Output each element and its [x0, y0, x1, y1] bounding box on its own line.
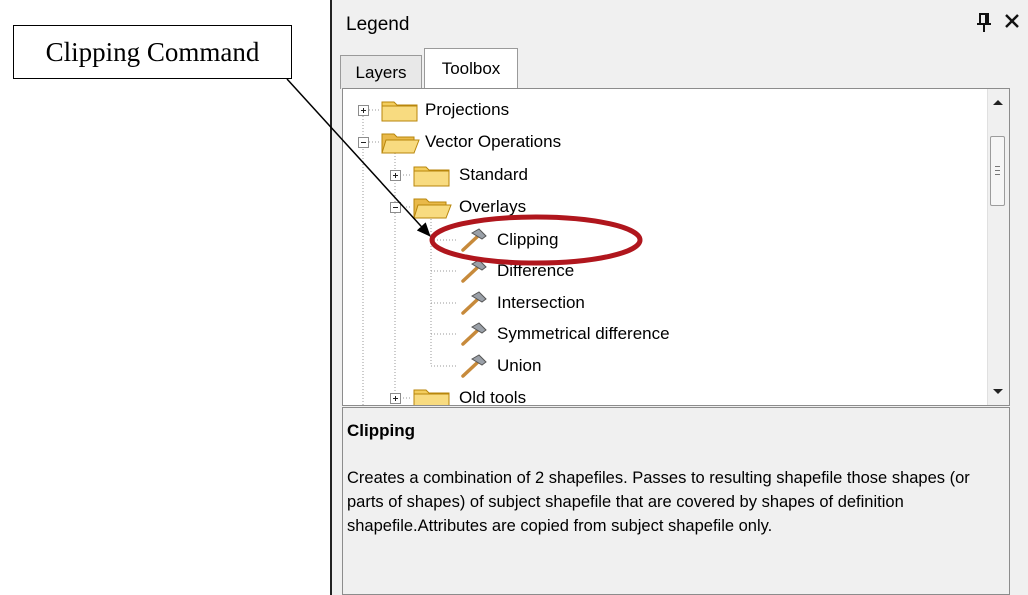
- close-icon[interactable]: [1003, 10, 1021, 38]
- folder-closed-icon: [413, 162, 453, 188]
- tab-layers[interactable]: Layers: [340, 55, 422, 89]
- tree-item-intersection[interactable]: Intersection: [459, 290, 585, 316]
- folder-open-icon: [381, 129, 421, 155]
- description-title: Clipping: [347, 421, 415, 440]
- panel-tabs: Layers Toolbox: [340, 48, 1028, 89]
- hammer-icon: [459, 353, 489, 379]
- description-text: Creates a combination of 2 shapefiles. P…: [347, 469, 970, 535]
- scroll-up-icon[interactable]: [993, 100, 1003, 105]
- tree-item-symmetrical-difference[interactable]: Symmetrical difference: [459, 321, 670, 347]
- tree-item-clipping[interactable]: Clipping: [459, 227, 558, 253]
- scroll-thumb[interactable]: [990, 136, 1005, 206]
- tree-item-projections[interactable]: Projections: [381, 97, 509, 123]
- tree-item-label: Vector Operations: [425, 132, 562, 151]
- tab-toolbox-label: Toolbox: [441, 59, 501, 78]
- legend-panel: Legend Layers Toolbox Projections Vector…: [330, 0, 1028, 595]
- hammer-icon: [459, 258, 489, 284]
- tree-item-label: Union: [497, 356, 542, 375]
- tool-description-pane: Clipping Creates a combination of 2 shap…: [342, 407, 1010, 595]
- tree-item-overlays[interactable]: Overlays: [413, 194, 526, 220]
- tree-item-label: Old tools: [459, 388, 527, 406]
- callout-box: Clipping Command: [13, 25, 292, 79]
- pin-icon[interactable]: [977, 12, 991, 40]
- tree-scrollbar[interactable]: [987, 89, 1009, 405]
- tree-item-label: Standard: [459, 165, 528, 184]
- hammer-icon: [459, 227, 489, 253]
- hammer-icon: [459, 321, 489, 347]
- folder-closed-icon: [413, 385, 453, 405]
- tab-toolbox[interactable]: Toolbox: [424, 48, 518, 89]
- tree-item-label: Intersection: [497, 293, 585, 312]
- callout-label: Clipping Command: [45, 36, 260, 67]
- tree-item-label: Projections: [425, 100, 510, 119]
- tab-layers-label: Layers: [355, 62, 407, 82]
- tree-item-union[interactable]: Union: [459, 353, 541, 379]
- tree-item-label: Clipping: [497, 230, 559, 249]
- folder-open-icon: [413, 194, 453, 220]
- tree-item-label: Symmetrical difference: [497, 324, 670, 343]
- tree-item-label: Overlays: [459, 197, 527, 216]
- tree-item-vector-operations[interactable]: Vector Operations: [381, 129, 561, 155]
- panel-title: Legend: [346, 14, 410, 35]
- tree-item-difference[interactable]: Difference: [459, 258, 574, 284]
- hammer-icon: [459, 290, 489, 316]
- tree-item-label: Difference: [497, 261, 575, 280]
- panel-titlebar: Legend: [332, 0, 1028, 50]
- folder-closed-icon: [381, 97, 421, 123]
- tree-item-old-tools[interactable]: Old tools: [413, 385, 527, 406]
- scroll-down-icon[interactable]: [993, 389, 1003, 394]
- toolbox-tree: Projections Vector Operations Standard O…: [342, 88, 1010, 406]
- tree-item-standard[interactable]: Standard: [413, 162, 528, 188]
